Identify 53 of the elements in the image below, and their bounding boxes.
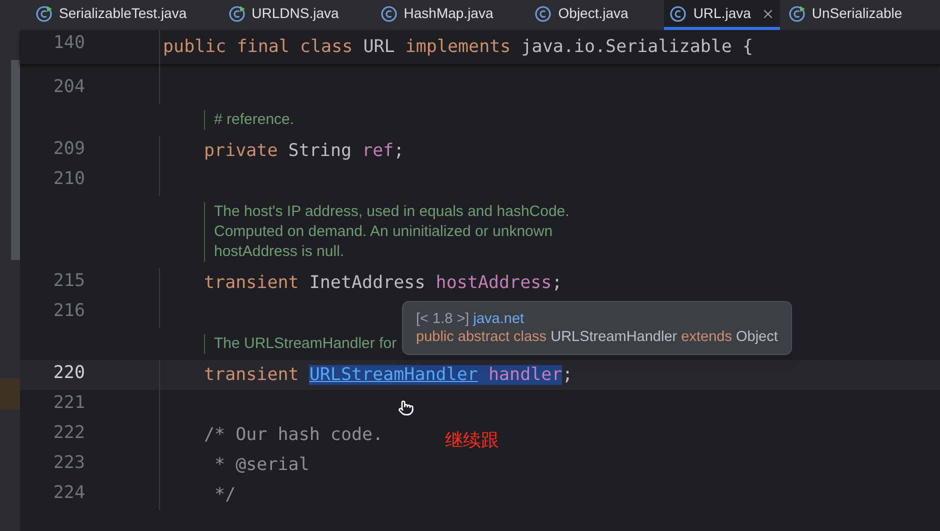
tab-label: SerializableTest.java [59,4,187,23]
hand-cursor-icon [398,400,414,416]
line-number: 220 [52,362,85,385]
file-tab[interactable]: HashMap.java [374,0,526,30]
line-number: 216 [52,300,85,323]
tab-label: URLDNS.java [252,4,339,23]
doc-comment: The host's IP address, used in equals and hashCode. Computed on demand. An uninitialized or unknown hostAddress is null. [204,202,570,262]
code-token: ; [394,140,404,161]
line-number: 221 [52,392,85,415]
code-token: public abstract class [416,329,548,345]
annotation-text: 继续跟 [445,429,499,452]
code-token: URLStreamHandler [550,329,678,345]
doc-comment: # reference. [204,110,294,130]
code-token: */ [214,484,236,505]
code-token: InetAddress [309,272,426,293]
code-token: ref [362,140,394,161]
code-token: extends [681,329,733,345]
code-token: URL [363,36,396,57]
tab-label: HashMap.java [404,4,494,23]
tab-label: UnSerializable [812,4,902,23]
file-tab[interactable]: Object.java [529,0,662,30]
line-number: 204 [52,76,85,99]
file-tab[interactable]: UnSerializable [782,0,936,30]
code-token: public final class [163,36,354,57]
line-number: 209 [52,138,85,161]
tab-label: URL.java [693,4,751,23]
line-number: 140 [52,32,85,55]
code-token: [< 1.8 >] [416,311,470,327]
line-number: 210 [52,168,85,191]
code-token: java.net [473,311,524,327]
line-number: 223 [52,452,85,475]
code-token: transient [204,364,300,385]
file-tab[interactable]: SerializableTest.java [30,0,220,30]
code-token: handler [478,364,562,385]
code-token: Object [736,329,778,345]
code-token: String [288,140,353,161]
tab-label: Object.java [558,4,628,23]
code-token: hostAddress [436,272,552,293]
code-token: private [204,140,279,161]
code-token: * @serial [214,454,310,475]
code-token: implements [405,36,512,57]
line-number: 215 [52,270,85,293]
code-token: /* Our hash code. [204,424,384,445]
code-token: transient [204,272,300,293]
code-token: ; [552,272,562,293]
file-tab[interactable]: URLDNS.java [222,0,372,30]
line-number: 224 [52,482,85,505]
class-link[interactable]: URLStreamHandler [309,364,478,385]
doc-comment: The URLStreamHandler for [204,334,397,354]
line-number: 222 [52,422,85,445]
code-token: java.io.Serializable { [521,36,754,57]
code-token: ; [562,364,573,385]
file-tab[interactable]: URL.java [664,0,780,30]
